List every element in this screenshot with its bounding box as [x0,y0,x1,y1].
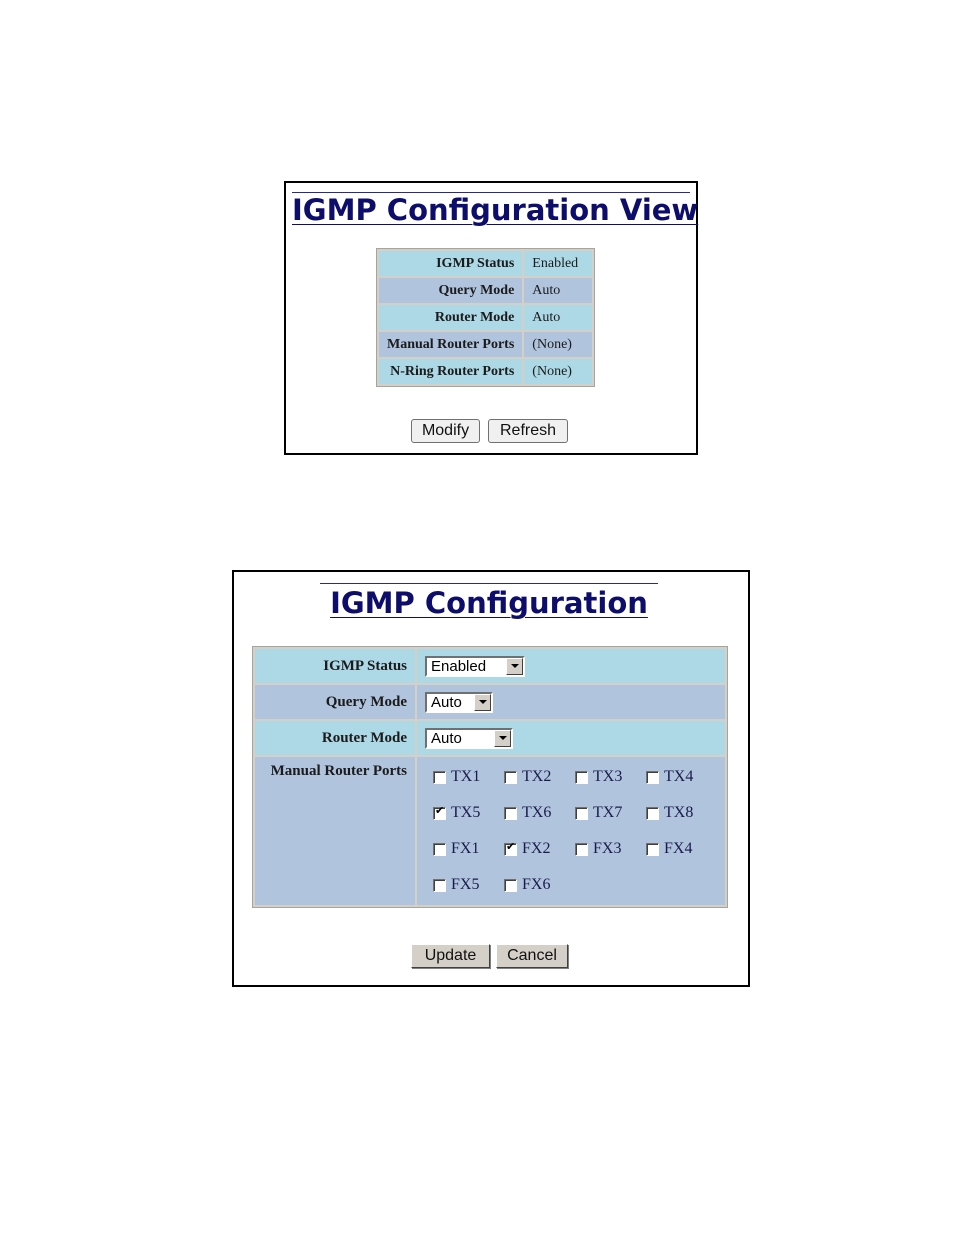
port-checkbox-tx3[interactable]: TX3 [575,767,646,787]
port-checkbox-fx6[interactable]: FX6 [504,875,575,895]
table-row: IGMP Status Enabled [379,251,593,276]
modify-button[interactable]: Modify [411,419,480,443]
refresh-button[interactable]: Refresh [488,419,568,443]
row-value: (None) [524,332,593,357]
port-label: FX3 [593,840,622,857]
table-row: Manual Router Ports (None) [379,332,593,357]
port-checkbox-fx4[interactable]: FX4 [646,839,717,859]
checkbox-unchecked-icon[interactable] [433,878,446,892]
row-value: Auto [524,305,593,330]
igmp-status-selected: Enabled [431,657,487,675]
port-label: FX1 [451,840,480,857]
form-row-router-mode: Router Mode Auto [255,721,725,755]
checkbox-unchecked-icon[interactable] [646,842,659,856]
port-checkbox-fx3[interactable]: FX3 [575,839,646,859]
row-label: Manual Router Ports [379,332,523,357]
checkbox-unchecked-icon[interactable] [504,878,517,892]
row-label: IGMP Status [379,251,523,276]
port-checkbox-tx4[interactable]: TX4 [646,767,717,787]
igmp-config-form: IGMP Status Enabled Query Mode Auto Rout… [252,646,728,908]
query-mode-label: Query Mode [255,685,415,719]
igmp-config-view-panel: IGMP Configuration View IGMP Status Enab… [284,181,698,455]
table-row: Router Mode Auto [379,305,593,330]
row-value: Enabled [524,251,593,276]
igmp-config-edit-panel: IGMP Configuration IGMP Status Enabled Q… [232,570,750,987]
checkbox-unchecked-icon[interactable] [575,806,588,820]
page-title: IGMP Configuration View [292,192,699,227]
table-row: N-Ring Router Ports (None) [379,359,593,384]
checkbox-unchecked-icon[interactable] [646,806,659,820]
port-label: TX6 [522,804,552,821]
row-label: N-Ring Router Ports [379,359,523,384]
port-label: FX5 [451,876,480,893]
row-value: (None) [524,359,593,384]
port-label: TX8 [664,804,694,821]
port-label: TX3 [593,768,623,785]
igmp-status-table: IGMP Status Enabled Query Mode Auto Rout… [376,248,596,387]
form-row-manual-router-ports: Manual Router Ports TX1TX2TX3TX4TX5TX6TX… [255,757,725,905]
port-checkbox-fx2[interactable]: FX2 [504,839,575,859]
checkbox-unchecked-icon[interactable] [575,842,588,856]
checkbox-unchecked-icon[interactable] [433,842,446,856]
query-mode-selected: Auto [431,693,462,711]
row-value: Auto [524,278,593,303]
table-row: Query Mode Auto [379,278,593,303]
port-checkbox-fx1[interactable]: FX1 [433,839,504,859]
port-label: FX6 [522,876,551,893]
chevron-down-icon[interactable] [474,693,491,711]
port-label: TX1 [451,768,481,785]
row-label: Query Mode [379,278,523,303]
checkbox-unchecked-icon[interactable] [575,770,588,784]
router-mode-selected: Auto [431,729,462,747]
checkbox-unchecked-icon[interactable] [504,806,517,820]
port-label: TX7 [593,804,623,821]
port-label: FX2 [522,840,551,857]
chevron-down-icon[interactable] [506,657,523,675]
cancel-button[interactable]: Cancel [496,944,568,968]
port-checkbox-tx7[interactable]: TX7 [575,803,646,823]
checkbox-checked-icon[interactable] [504,840,517,856]
port-checkbox-fx5[interactable]: FX5 [433,875,504,895]
port-label: TX2 [522,768,552,785]
manual-router-ports-label: Manual Router Ports [255,757,415,905]
checkbox-unchecked-icon[interactable] [646,770,659,784]
port-checkbox-tx6[interactable]: TX6 [504,803,575,823]
checkbox-unchecked-icon[interactable] [433,770,446,784]
port-checkbox-tx1[interactable]: TX1 [433,767,504,787]
form-row-igmp-status: IGMP Status Enabled [255,649,725,683]
port-label: TX4 [664,768,694,785]
checkbox-checked-icon[interactable] [433,804,446,820]
query-mode-select[interactable]: Auto [425,691,493,713]
router-mode-label: Router Mode [255,721,415,755]
manual-router-ports-group: TX1 TX2 TX3 TX4 TX5 TX6 TX7 TX8 FX1 FX2 FX3 FX4 FX5 F… [425,757,717,905]
chevron-down-icon[interactable] [494,729,511,747]
port-checkbox-tx2[interactable]: TX2 [504,767,575,787]
port-checkbox-tx8[interactable]: TX8 [646,803,717,823]
port-label: FX4 [664,840,693,857]
form-row-query-mode: Query Mode Auto [255,685,725,719]
update-button[interactable]: Update [411,944,490,968]
checkbox-unchecked-icon[interactable] [504,770,517,784]
port-checkbox-tx5[interactable]: TX5 [433,803,504,823]
router-mode-select[interactable]: Auto [425,727,513,749]
igmp-status-label: IGMP Status [255,649,415,683]
igmp-status-select[interactable]: Enabled [425,655,525,677]
row-label: Router Mode [379,305,523,330]
port-label: TX5 [451,804,481,821]
page-title: IGMP Configuration [320,583,658,618]
